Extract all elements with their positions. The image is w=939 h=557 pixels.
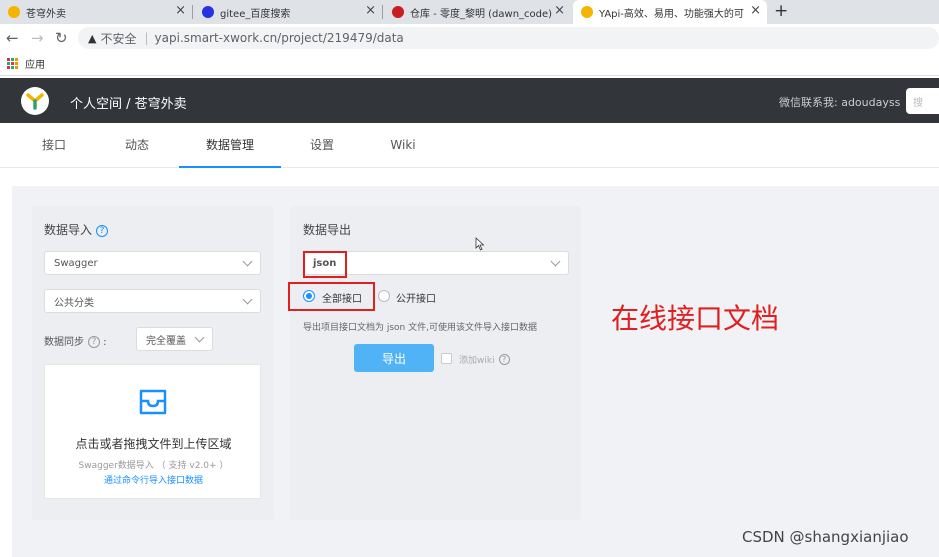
sync-label-text: 数据同步 [44, 337, 84, 348]
tab-interface[interactable]: 接口 [20, 123, 88, 168]
export-description: 导出项目接口文档为 json 文件,可使用该文件导入接口数据 [303, 323, 537, 333]
warning-icon: ▲ [88, 31, 97, 45]
forward-arrow-icon[interactable]: → [31, 29, 44, 47]
tab-title: 苍穹外卖 [26, 8, 66, 20]
url-text: yapi.smart-xwork.cn/project/219479/data [154, 31, 404, 45]
add-wiki-label: 添加wiki? [459, 353, 510, 366]
apps-grid-icon[interactable] [7, 58, 18, 69]
tab-title: 仓库 - 零度_黎明 (dawn_code) - [410, 8, 555, 20]
close-icon[interactable]: × [750, 4, 761, 18]
browser-tab-bar: 苍穹外卖 × gitee_百度搜索 × 仓库 - 零度_黎明 (dawn_cod… [0, 0, 939, 24]
export-title: 数据导出 [303, 223, 352, 237]
chevron-down-icon [550, 256, 561, 267]
chevron-down-icon [242, 294, 253, 305]
yapi-logo-icon[interactable] [21, 87, 49, 115]
tab-settings[interactable]: 设置 [288, 123, 356, 168]
import-source-select[interactable]: Swagger [44, 251, 261, 275]
close-icon[interactable]: × [365, 4, 376, 18]
tab-favicon-icon [8, 6, 20, 18]
import-category-value: 公共分类 [54, 297, 94, 309]
add-wiki-text: 添加wiki [459, 356, 495, 366]
tab-activity[interactable]: 动态 [103, 123, 171, 168]
chevron-down-icon [242, 256, 253, 267]
tab-divider [192, 5, 193, 19]
help-icon[interactable]: ? [96, 225, 109, 237]
search-placeholder: 搜 [913, 97, 923, 109]
browser-tab-active[interactable]: YApi-高效、易用、功能强大的可 × [573, 0, 767, 24]
tab-wiki[interactable]: Wiki [369, 123, 437, 168]
tab-favicon-icon [202, 6, 214, 18]
url-separator: | [144, 31, 149, 45]
insecure-label: 不安全 [100, 31, 137, 46]
tab-data-management[interactable]: 数据管理 [179, 123, 281, 168]
highlight-box [303, 251, 347, 278]
close-icon[interactable]: × [175, 4, 186, 18]
search-input[interactable]: 搜 [906, 88, 939, 114]
browser-tab[interactable]: 仓库 - 零度_黎明 (dawn_code) - × [384, 0, 571, 24]
upload-hint: 点击或者拖拽文件到上传区域 [75, 437, 232, 451]
url-field[interactable]: ▲ 不安全 | yapi.smart-xwork.cn/project/2194… [78, 27, 939, 49]
import-title-text: 数据导入 [44, 223, 93, 237]
tab-title: YApi-高效、易用、功能强大的可 [599, 8, 744, 20]
sync-mode-value: 完全覆盖 [146, 335, 186, 347]
reload-icon[interactable]: ↻ [55, 29, 68, 47]
upload-subhint: Swagger数据导入 （ 支持 v2.0+ ） [78, 461, 229, 471]
browser-tab[interactable]: gitee_百度搜索 × [194, 0, 382, 24]
bookmark-apps[interactable]: 应用 [25, 56, 45, 71]
back-arrow-icon[interactable]: ← [6, 29, 19, 47]
tab-favicon-icon [392, 6, 404, 18]
highlight-box [288, 282, 375, 311]
annotation-text: 在线接口文档 [611, 302, 780, 335]
add-wiki-checkbox[interactable] [441, 353, 452, 364]
radio-public-interfaces[interactable] [378, 290, 390, 302]
project-subnav: 接口 动态 数据管理 设置 Wiki [0, 123, 939, 168]
mouse-cursor-icon [475, 237, 485, 251]
tab-divider [382, 5, 383, 19]
browser-tab[interactable]: 苍穹外卖 × [0, 0, 192, 24]
sync-mode-select[interactable]: 完全覆盖 [136, 327, 213, 351]
bookmarks-bar: 应用 [0, 52, 939, 76]
colon: : [100, 337, 107, 348]
radio-public-label[interactable]: 公开接口 [396, 290, 436, 305]
chevron-down-icon [194, 332, 205, 343]
cli-import-link[interactable]: 通过命令行导入接口数据 [45, 473, 262, 486]
export-button[interactable]: 导出 [354, 344, 434, 372]
contact-info: 微信联系我: adoudayss [779, 96, 901, 109]
tab-title: gitee_百度搜索 [220, 8, 291, 20]
breadcrumb[interactable]: 个人空间 / 苍穹外卖 [70, 93, 187, 112]
inbox-icon [139, 389, 167, 415]
import-title: 数据导入? [44, 221, 109, 238]
close-icon[interactable]: × [554, 4, 565, 18]
help-icon[interactable]: ? [88, 336, 100, 348]
tab-favicon-icon [581, 6, 593, 18]
new-tab-icon[interactable]: + [774, 1, 788, 21]
watermark: CSDN @shangxianjiao [742, 528, 909, 546]
import-category-select[interactable]: 公共分类 [44, 289, 261, 313]
sync-label: 数据同步? : [44, 333, 107, 348]
help-icon[interactable]: ? [498, 354, 510, 365]
upload-dropzone[interactable]: 点击或者拖拽文件到上传区域 Swagger数据导入 （ 支持 v2.0+ ） 通… [44, 364, 261, 499]
import-source-value: Swagger [54, 257, 98, 269]
